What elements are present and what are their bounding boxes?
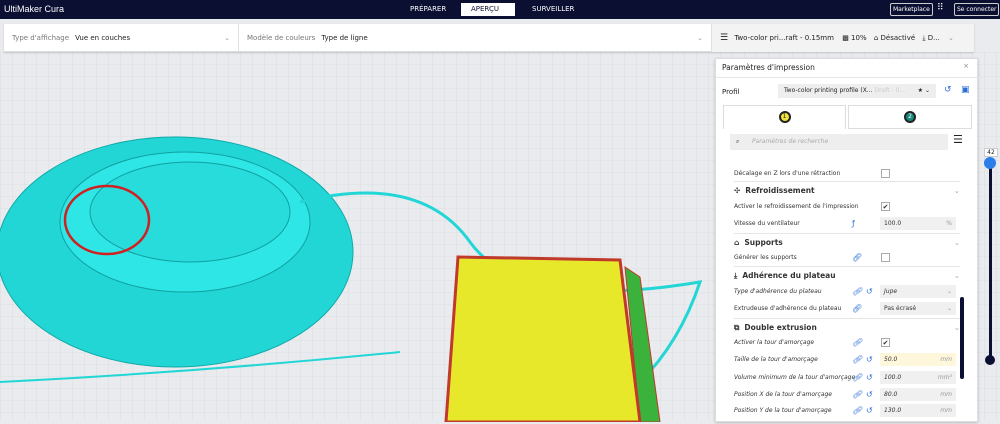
settings-category[interactable]: ⤓ Adhérence du plateau ⌄ — [734, 266, 960, 283]
layer-slider-top-handle[interactable] — [984, 157, 996, 169]
top-bar: UltiMaker Cura PRÉPARER APERÇU SURVEILLE… — [0, 0, 1000, 19]
setting-label: Double extrusion — [744, 323, 817, 332]
view-type-select[interactable]: Type d'affichage Vue en couches ⌄ — [4, 24, 239, 52]
profile-select[interactable]: Two-color printing profile (X... Draft -… — [778, 84, 936, 98]
color-scheme-select[interactable]: Modèle de couleurs Type de ligne ⌄ — [239, 24, 712, 52]
setting-label: Taille de la tour d'amorçage — [734, 356, 818, 363]
link-icon[interactable]: 🔗︎ — [852, 351, 862, 368]
setting-row: Générer les supports 🔗︎ — [734, 249, 960, 266]
setting-label: Vitesse du ventilateur — [734, 220, 800, 227]
reset-icon[interactable]: ↺ — [866, 386, 873, 403]
adhesion-icon: ⤓ — [734, 271, 738, 280]
infill-icon: ▩ — [842, 34, 849, 42]
view-toolbar: Type d'affichage Vue en couches ⌄ Modèle d… — [4, 24, 974, 52]
print-settings-button[interactable]: ☰ Two-color pri...raft - 0.15mm ▩ 10% ⌂ … — [712, 24, 974, 52]
setting-label: Volume minimum de la tour d'amorçage — [734, 374, 856, 381]
panel-title: Paramètres d'impression — [722, 63, 815, 72]
marketplace-button[interactable]: Marketplace — [890, 3, 933, 16]
setting-row: Position Y de la tour d'amorçage 130.0 mm 🔗… — [734, 402, 960, 419]
setting-input[interactable]: 80.0 mm — [880, 388, 956, 401]
reset-icon[interactable]: ↺ — [866, 283, 873, 300]
setting-label: Type d'adhérence du plateau — [734, 288, 822, 295]
link-icon[interactable]: 🔗︎ — [852, 402, 862, 419]
layer-slider-track[interactable] — [989, 162, 992, 362]
settings-search-input[interactable]: ⌕ Paramètres de recherche — [730, 134, 948, 150]
chevron-down-icon[interactable]: ⌄ — [954, 182, 960, 199]
setting-row: Activer le refroidissement de l'impressi… — [734, 198, 960, 215]
reset-icon[interactable]: ↺ — [944, 85, 952, 95]
rectangle-object — [444, 255, 661, 424]
setting-row: Volume minimum de la tour d'amorçage 100.… — [734, 369, 960, 386]
setting-checkbox[interactable]: ✔ — [881, 338, 890, 347]
chevron-down-icon[interactable]: ⌄ — [954, 267, 960, 284]
setting-row: Type d'adhérence du plateau Jupe ⌄ 🔗︎ ↺ — [734, 283, 960, 300]
setting-row: Vitesse du ventilateur 100.0% ƒ — [734, 215, 960, 232]
close-icon[interactable]: × — [963, 62, 969, 70]
setting-label: Activer la tour d'amorçage — [734, 339, 815, 346]
setting-label: Adhérence du plateau — [742, 271, 836, 280]
link-icon[interactable]: 🔗︎ — [852, 386, 862, 403]
link-icon[interactable]: 🔗︎ — [852, 369, 862, 386]
chevron-down-icon: ⌄ — [697, 34, 703, 42]
tab-preview[interactable]: APERÇU — [461, 3, 515, 16]
setting-label: Refroidissement — [745, 186, 815, 195]
setting-label: Générer les supports — [734, 254, 797, 261]
chevron-down-icon: ⌄ — [948, 34, 954, 42]
support-icon: ⌂ — [873, 34, 879, 42]
settings-category[interactable]: ⌂ Supports ⌄ — [734, 233, 960, 250]
setting-input[interactable]: 100.0% — [880, 217, 956, 230]
setting-row: Position X de la tour d'amorçage 80.0 mm 🔗︎… — [734, 386, 960, 403]
sign-in-button[interactable]: Se connecter — [954, 3, 1000, 16]
tab-monitor[interactable]: SURVEILLER — [522, 3, 584, 16]
settings-category[interactable]: ✣ Refroidissement ⌄ — [734, 181, 960, 198]
setting-row: Taille de la tour d'amorçage 50.0 mm 🔗︎ ↺ — [734, 351, 960, 368]
link-icon[interactable]: 🔗︎ — [852, 283, 862, 300]
setting-row: Décalage en Z lors d'une rétraction — [734, 165, 960, 182]
setting-checkbox[interactable] — [881, 253, 890, 262]
setting-checkbox[interactable] — [881, 169, 890, 178]
adhesion-icon: ⤓ — [922, 34, 926, 42]
link-icon[interactable]: 🔗︎ — [852, 249, 862, 266]
tab-prepare[interactable]: PRÉPARER — [400, 3, 456, 16]
extruder-tab-1[interactable]: 1 — [723, 105, 846, 129]
apps-grid-icon[interactable]: ⠿ — [937, 3, 944, 13]
print-settings-panel: Paramètres d'impression × Profil Two-col… — [715, 58, 979, 422]
setting-label: Décalage en Z lors d'une rétraction — [734, 170, 841, 177]
function-icon[interactable]: ƒ — [852, 215, 855, 232]
reset-icon[interactable]: ↺ — [866, 369, 873, 386]
app-logo: UltiMaker Cura — [4, 4, 65, 14]
setting-input[interactable]: 100.0 mm³ — [880, 371, 956, 384]
profile-label: Profil — [722, 88, 740, 96]
settings-category[interactable]: ⧉ Double extrusion ⌄ — [734, 318, 960, 335]
setting-select[interactable]: Jupe ⌄ — [880, 285, 956, 298]
save-icon[interactable]: ▣ — [961, 85, 970, 95]
setting-label: Extrudeuse d'adhérence du plateau — [734, 305, 842, 312]
fan-icon: ✣ — [734, 186, 741, 195]
setting-label: Supports — [744, 238, 783, 247]
reset-icon[interactable]: ↺ — [866, 351, 873, 368]
link-icon[interactable]: 🔗︎ — [852, 300, 862, 317]
menu-icon[interactable]: ☰ — [953, 133, 963, 146]
setting-row: Extrudeuse d'adhérence du plateau Pas écr… — [734, 300, 960, 317]
setting-input[interactable]: 50.0 mm — [880, 353, 956, 366]
setting-label: Activer le refroidissement de l'impressi… — [734, 203, 859, 210]
dual-extrusion-icon: ⧉ — [734, 323, 740, 332]
layer-slider-bottom-handle[interactable] — [985, 355, 995, 365]
star-icon: ★ ⌄ — [917, 87, 930, 94]
link-icon[interactable]: 🔗︎ — [852, 334, 862, 351]
chevron-down-icon: ⌄ — [224, 34, 230, 42]
setting-select[interactable]: Pas écrasé ⌄ — [880, 302, 956, 315]
search-icon: ⌕ — [736, 138, 740, 145]
support-icon: ⌂ — [734, 238, 740, 247]
settings-scrollbar[interactable] — [960, 297, 964, 379]
setting-label: Position X de la tour d'amorçage — [734, 391, 832, 398]
layer-number-label: 42 — [984, 148, 998, 157]
setting-label: Position Y de la tour d'amorçage — [734, 407, 832, 414]
reset-icon[interactable]: ↺ — [866, 402, 873, 419]
extruder-tab-2[interactable]: 2 — [848, 105, 972, 129]
setting-row: Activer la tour d'amorçage ✔ 🔗︎ — [734, 334, 960, 351]
sliders-icon: ☰ — [720, 33, 729, 43]
setting-checkbox[interactable]: ✔ — [881, 202, 890, 211]
setting-input[interactable]: 130.0 mm — [880, 404, 956, 417]
